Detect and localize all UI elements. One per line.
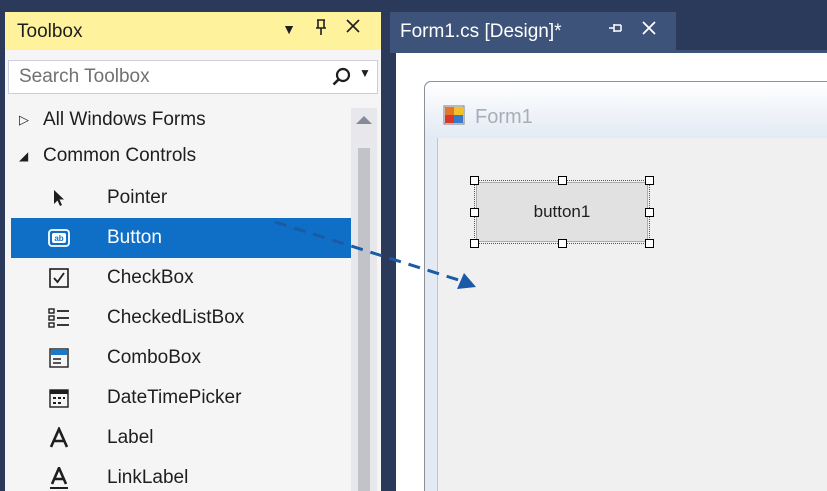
category-common-controls[interactable]: ◢ Common Controls bbox=[5, 138, 345, 174]
resize-handle-bottom-left[interactable] bbox=[470, 239, 479, 248]
resize-handle-right[interactable] bbox=[645, 208, 654, 217]
scroll-up-arrow-icon[interactable] bbox=[356, 116, 372, 124]
tool-item-checked-list-box[interactable]: CheckedListBox bbox=[11, 298, 351, 338]
tool-item-link-label[interactable]: LinkLabel bbox=[11, 458, 351, 491]
search-icon[interactable] bbox=[331, 66, 353, 88]
toolbox-item-list: ▷ All Windows Forms ◢ Common Controls Po… bbox=[5, 100, 381, 491]
tool-label: CheckBox bbox=[107, 267, 194, 288]
checked-list-box-icon bbox=[47, 306, 71, 330]
tool-label: LinkLabel bbox=[107, 467, 189, 488]
scroll-thumb[interactable] bbox=[358, 148, 370, 491]
toolbox-search-box: ▼ bbox=[8, 60, 378, 94]
resize-handle-bottom[interactable] bbox=[558, 239, 567, 248]
tool-label: Label bbox=[107, 427, 154, 448]
toolbox-header: Toolbox ▼ bbox=[5, 12, 381, 50]
document-area: Form1.cs [Design]* Form1 button1 bbox=[390, 0, 827, 491]
toolbox-scrollbar[interactable] bbox=[351, 108, 377, 491]
toolbox-title: Toolbox bbox=[17, 21, 83, 42]
form-client-area[interactable]: button1 bbox=[437, 138, 827, 491]
link-label-icon bbox=[47, 466, 71, 490]
form-icon bbox=[443, 104, 465, 126]
toolbox-panel: Toolbox ▼ ▼ ▷ All Windows Forms ◢ Common… bbox=[5, 12, 381, 491]
form-titlebar[interactable]: Form1 bbox=[425, 82, 827, 138]
toolbox-pin-icon[interactable] bbox=[309, 18, 333, 41]
tool-item-button[interactable]: ab Button bbox=[11, 218, 351, 258]
collapsed-arrow-icon[interactable]: ▷ bbox=[19, 112, 29, 128]
resize-handle-bottom-right[interactable] bbox=[645, 239, 654, 248]
tool-label: Pointer bbox=[107, 187, 168, 208]
resize-handle-left[interactable] bbox=[470, 208, 479, 217]
resize-handle-top-right[interactable] bbox=[645, 176, 654, 185]
tool-item-checkbox[interactable]: CheckBox bbox=[11, 258, 351, 298]
combo-box-icon bbox=[47, 346, 71, 370]
category-label: All Windows Forms bbox=[43, 109, 206, 130]
button1-control[interactable]: button1 bbox=[476, 182, 648, 242]
label-icon bbox=[47, 426, 71, 450]
tool-label: DateTimePicker bbox=[107, 387, 242, 408]
tab-pin-icon[interactable] bbox=[608, 21, 624, 40]
tab-close-icon[interactable] bbox=[640, 17, 658, 43]
toolbox-options-dropdown-icon[interactable]: ▼ bbox=[277, 21, 301, 37]
tool-label: CheckedListBox bbox=[107, 307, 245, 328]
resize-handle-top[interactable] bbox=[558, 176, 567, 185]
toolbox-search-input[interactable] bbox=[9, 61, 309, 93]
tool-item-combo-box[interactable]: ComboBox bbox=[11, 338, 351, 378]
svg-text:ab: ab bbox=[54, 234, 63, 243]
category-label: Common Controls bbox=[43, 145, 197, 166]
tool-item-label[interactable]: Label bbox=[11, 418, 351, 458]
tool-label: Button bbox=[107, 227, 162, 248]
tool-label: ComboBox bbox=[107, 347, 201, 368]
document-tab[interactable]: Form1.cs [Design]* bbox=[390, 12, 676, 50]
category-all-windows-forms[interactable]: ▷ All Windows Forms bbox=[5, 102, 345, 138]
form-title: Form1 bbox=[475, 106, 533, 128]
tool-item-date-time-picker[interactable]: DateTimePicker bbox=[11, 378, 351, 418]
toolbox-close-icon[interactable] bbox=[341, 18, 365, 39]
button-icon: ab bbox=[47, 226, 71, 250]
resize-handle-top-left[interactable] bbox=[470, 176, 479, 185]
search-options-chevron-down-icon[interactable]: ▼ bbox=[359, 66, 371, 80]
form-window[interactable]: Form1 button1 bbox=[424, 81, 827, 491]
date-time-picker-icon bbox=[47, 386, 71, 410]
expanded-arrow-icon[interactable]: ◢ bbox=[19, 149, 28, 163]
pointer-icon bbox=[47, 186, 71, 210]
checkbox-icon bbox=[47, 266, 71, 290]
tool-item-pointer[interactable]: Pointer bbox=[11, 178, 351, 218]
document-tab-title: Form1.cs [Design]* bbox=[400, 21, 562, 42]
design-surface[interactable]: Form1 button1 bbox=[396, 53, 827, 491]
